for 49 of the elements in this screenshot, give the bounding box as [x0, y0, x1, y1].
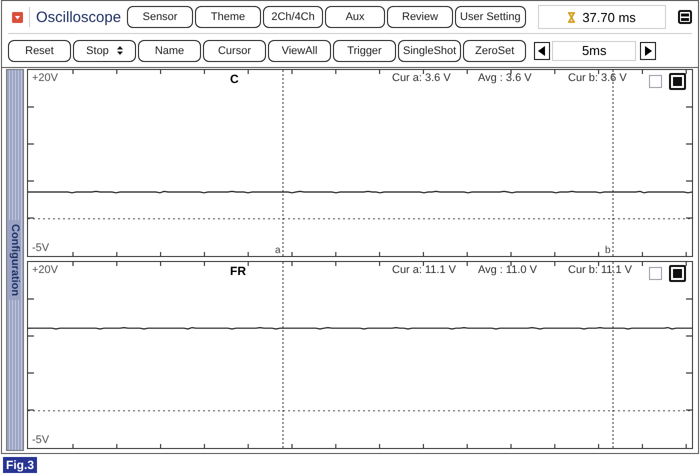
toolbar-button[interactable]: Trigger: [333, 40, 396, 62]
timebase-field[interactable]: 5ms: [552, 40, 636, 60]
toolbar-button[interactable]: ZeroSet: [463, 40, 526, 62]
toolbar-button[interactable]: Name: [138, 40, 201, 62]
scale-label: -5V: [32, 242, 50, 254]
tab-button[interactable]: 2Ch/4Ch: [263, 6, 324, 28]
cursor-a-reading: Cur a: 3.6 V: [392, 72, 451, 84]
toolbar-button[interactable]: ViewAll: [268, 40, 331, 62]
cursor-line[interactable]: [612, 262, 614, 448]
checkbox[interactable]: [649, 267, 662, 280]
left-triangle-icon: [538, 46, 546, 56]
toolbar-button[interactable]: Cursor: [203, 40, 266, 62]
stop-select[interactable]: Stop: [73, 40, 136, 62]
toolbar-button[interactable]: SingleShot: [398, 40, 462, 62]
scale-label: -5V: [32, 434, 50, 446]
cursor-b-reading: Cur b: 3.6 V: [568, 72, 627, 84]
configuration-tab[interactable]: Configuration: [6, 69, 24, 451]
average-reading: Avg : 11.0 V: [478, 264, 537, 276]
channel-name: C: [230, 72, 239, 86]
cursor-line[interactable]: [282, 70, 284, 256]
toolbar-button[interactable]: Reset: [8, 40, 71, 62]
dropdown-menu-icon[interactable]: [12, 12, 23, 22]
tab-button[interactable]: Theme: [195, 6, 262, 28]
average-reading: Avg : 3.6 V: [478, 72, 532, 84]
channel-name: FR: [230, 264, 246, 278]
cursor-line[interactable]: [612, 70, 614, 256]
cursor-label: a: [275, 245, 281, 256]
cursor-b-reading: Cur b: 11.1 V: [568, 264, 632, 276]
scale-label: +20V: [32, 264, 58, 276]
tab-button[interactable]: User Setting: [455, 6, 526, 28]
scale-label: +20V: [32, 72, 58, 84]
app-title: Oscilloscope: [36, 8, 122, 26]
tab-button[interactable]: Sensor: [127, 6, 194, 28]
time-readout: 37.70 ms: [538, 5, 666, 29]
cursor-a-reading: Cur a: 11.1 V: [392, 264, 456, 276]
cursor-line[interactable]: [282, 262, 284, 448]
timer-icon: [567, 12, 576, 22]
right-triangle-icon: [644, 46, 652, 56]
up-down-icon: [116, 46, 123, 55]
checkbox[interactable]: [669, 265, 686, 282]
cursor-label: b: [605, 245, 611, 256]
previous-button[interactable]: [534, 42, 550, 60]
figure-caption: Fig.3: [3, 457, 38, 473]
next-button[interactable]: [640, 42, 656, 60]
tab-button[interactable]: Review: [387, 6, 454, 28]
layout-icon[interactable]: [678, 10, 692, 24]
checkbox[interactable]: [669, 73, 686, 90]
tab-button[interactable]: Aux: [325, 6, 386, 28]
checkbox[interactable]: [649, 75, 662, 88]
